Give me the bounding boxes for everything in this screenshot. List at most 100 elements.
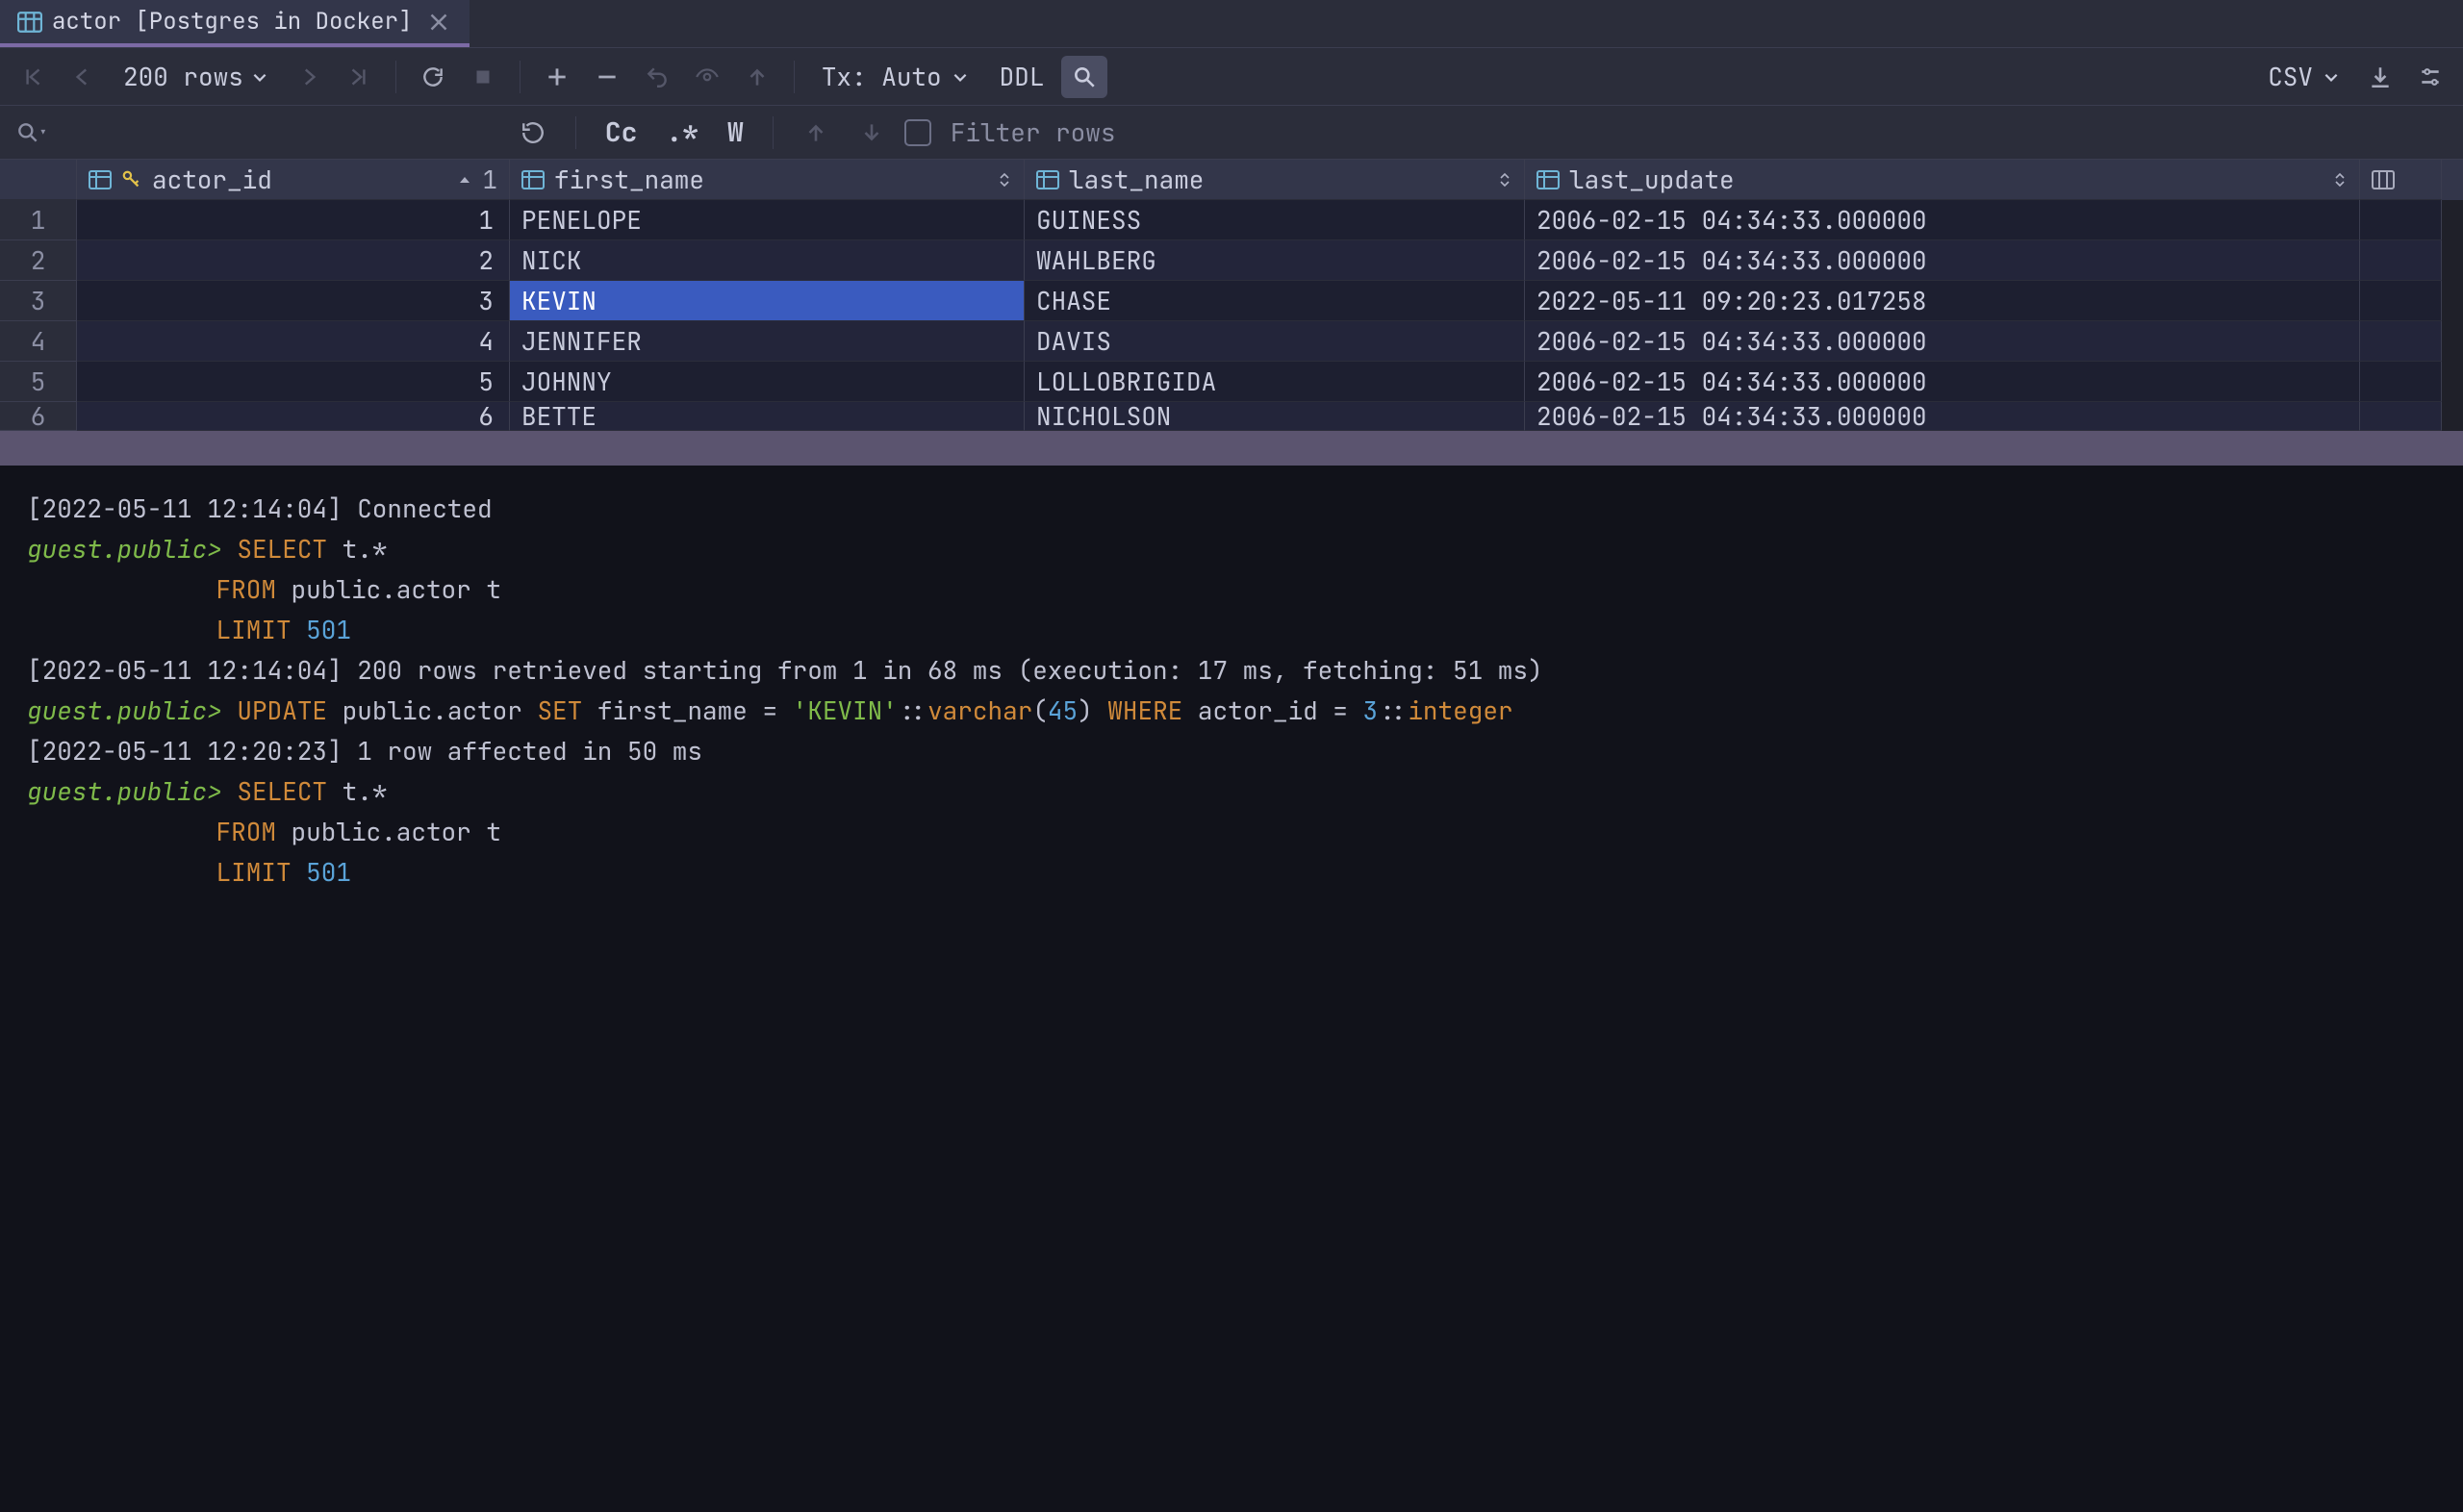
next-result-button[interactable] (849, 112, 895, 154)
cell-first-name[interactable]: KEVIN (510, 281, 1025, 321)
cell-last-update[interactable]: 2006-02-15 04:34:33.000000 (1525, 321, 2360, 362)
ddl-button[interactable]: DDL (986, 56, 1058, 98)
cell-first-name[interactable]: PENELOPE (510, 200, 1025, 240)
prev-result-button[interactable] (793, 112, 839, 154)
settings-sliders-button[interactable] (2407, 56, 2453, 98)
column-label: last_update (1569, 163, 1735, 196)
first-page-button[interactable] (10, 56, 56, 98)
case-sensitive-toggle[interactable]: Cc (596, 114, 647, 150)
table-row[interactable]: 55JOHNNYLOLLOBRIGIDA2006-02-15 04:34:33.… (0, 362, 2463, 402)
cell-first-name[interactable]: NICK (510, 240, 1025, 281)
column-header-last-name[interactable]: last_name (1025, 160, 1525, 200)
filter-input-placeholder[interactable]: Filter rows (951, 115, 1116, 149)
last-page-button[interactable] (336, 56, 382, 98)
row-number[interactable]: 3 (0, 281, 77, 321)
cell-last-name[interactable]: DAVIS (1025, 321, 1525, 362)
column-header-actor-id[interactable]: actor_id 1 (77, 160, 510, 200)
columns-icon (2372, 169, 2395, 190)
tab-bar: actor [Postgres in Docker] (0, 0, 2463, 48)
cell-first-name[interactable]: JOHNNY (510, 362, 1025, 402)
remove-row-button[interactable] (584, 56, 630, 98)
table-row[interactable]: 33KEVINCHASE2022-05-11 09:20:23.017258 (0, 281, 2463, 321)
refresh-button[interactable] (410, 56, 456, 98)
cell-actor-id[interactable]: 6 (77, 402, 510, 431)
result-grid: actor_id 1 first_name last_name (0, 160, 2463, 431)
next-page-button[interactable] (286, 56, 332, 98)
console-line: [2022-05-11 12:14:04] Connected (27, 489, 2436, 529)
row-number[interactable]: 2 (0, 240, 77, 281)
prev-page-button[interactable] (60, 56, 106, 98)
stop-button[interactable] (460, 56, 506, 98)
cell-tail (2360, 402, 2442, 431)
pane-divider[interactable] (0, 431, 2463, 466)
sort-asc-icon (457, 172, 472, 188)
cell-last-update[interactable]: 2006-02-15 04:34:33.000000 (1525, 402, 2360, 431)
cell-actor-id[interactable]: 4 (77, 321, 510, 362)
ddl-label: DDL (1000, 60, 1045, 93)
row-number[interactable]: 1 (0, 200, 77, 240)
console-line: LIMIT 501 (27, 852, 2436, 893)
cell-last-name[interactable]: NICHOLSON (1025, 402, 1525, 431)
tx-mode-dropdown[interactable]: Tx: Auto (808, 56, 982, 98)
console-line: LIMIT 501 (27, 610, 2436, 650)
column-chooser-button[interactable] (2360, 160, 2442, 200)
console-output: [2022-05-11 12:14:04] Connected guest.pu… (0, 466, 2463, 1512)
cell-last-update[interactable]: 2006-02-15 04:34:33.000000 (1525, 240, 2360, 281)
column-header-first-name[interactable]: first_name (510, 160, 1025, 200)
table-row[interactable]: 11PENELOPEGUINESS2006-02-15 04:34:33.000… (0, 200, 2463, 240)
download-button[interactable] (2357, 56, 2403, 98)
table-row[interactable]: 66BETTENICHOLSON2006-02-15 04:34:33.0000… (0, 402, 2463, 431)
table-column-icon (1036, 169, 1059, 190)
column-label: last_name (1069, 163, 1204, 196)
export-format-dropdown[interactable]: CSV (2254, 56, 2353, 98)
cell-last-name[interactable]: WAHLBERG (1025, 240, 1525, 281)
search-in-column-button[interactable]: ▾ (15, 120, 48, 145)
add-row-button[interactable] (534, 56, 580, 98)
table-row[interactable]: 22NICKWAHLBERG2006-02-15 04:34:33.000000 (0, 240, 2463, 281)
rows-per-page-label: 200 rows (123, 60, 243, 93)
cell-tail (2360, 200, 2442, 240)
tx-mode-label: Tx: Auto (822, 60, 942, 93)
tab-actor[interactable]: actor [Postgres in Docker] (0, 0, 470, 47)
cell-last-name[interactable]: GUINESS (1025, 200, 1525, 240)
column-header-last-update[interactable]: last_update (1525, 160, 2360, 200)
cell-last-update[interactable]: 2006-02-15 04:34:33.000000 (1525, 200, 2360, 240)
cell-last-update[interactable]: 2006-02-15 04:34:33.000000 (1525, 362, 2360, 402)
console-line: guest.public> SELECT t.* (27, 529, 2436, 569)
table-row[interactable]: 44JENNIFERDAVIS2006-02-15 04:34:33.00000… (0, 321, 2463, 362)
gutter-header (0, 160, 77, 200)
sort-unsorted-icon (997, 172, 1012, 188)
row-number[interactable]: 4 (0, 321, 77, 362)
table-column-icon (521, 169, 545, 190)
cell-tail (2360, 321, 2442, 362)
cell-last-update[interactable]: 2022-05-11 09:20:23.017258 (1525, 281, 2360, 321)
cell-first-name[interactable]: BETTE (510, 402, 1025, 431)
toolbar: 200 rows Tx: Auto DDL CSV (0, 48, 2463, 106)
submit-button[interactable] (734, 56, 780, 98)
cell-first-name[interactable]: JENNIFER (510, 321, 1025, 362)
preview-changes-button[interactable] (684, 56, 730, 98)
grid-body: 11PENELOPEGUINESS2006-02-15 04:34:33.000… (0, 200, 2463, 431)
history-filter-button[interactable] (510, 112, 556, 154)
words-toggle[interactable]: W (718, 114, 753, 150)
cell-actor-id[interactable]: 2 (77, 240, 510, 281)
find-button[interactable] (1061, 56, 1107, 98)
row-number[interactable]: 6 (0, 402, 77, 431)
regex-toggle[interactable]: .* (656, 114, 708, 150)
row-number[interactable]: 5 (0, 362, 77, 402)
cell-actor-id[interactable]: 1 (77, 200, 510, 240)
console-line: FROM public.actor t (27, 812, 2436, 852)
filter-rows-checkbox[interactable] (904, 119, 931, 146)
cell-last-name[interactable]: CHASE (1025, 281, 1525, 321)
cell-tail (2360, 240, 2442, 281)
filter-separator (773, 116, 774, 149)
revert-button[interactable] (634, 56, 680, 98)
chevron-down-icon (251, 68, 268, 86)
cell-last-name[interactable]: LOLLOBRIGIDA (1025, 362, 1525, 402)
close-icon[interactable] (429, 13, 448, 32)
cell-actor-id[interactable]: 3 (77, 281, 510, 321)
toolbar-separator (520, 61, 521, 93)
cell-actor-id[interactable]: 5 (77, 362, 510, 402)
rows-per-page-dropdown[interactable]: 200 rows (110, 56, 282, 98)
chevron-down-icon (952, 68, 969, 86)
